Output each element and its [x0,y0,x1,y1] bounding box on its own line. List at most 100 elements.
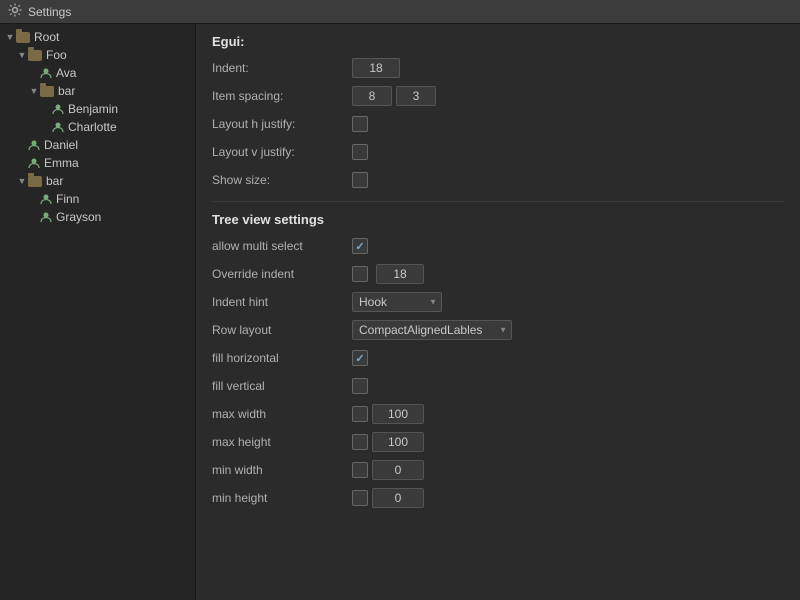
tree-label-bar1: bar [58,84,75,98]
layout-h-justify-label: Layout h justify: [212,117,352,131]
tree-item-benjamin[interactable]: Benjamin [0,100,195,118]
override-indent-row: Override indent [212,263,784,285]
max-width-row: max width [212,403,784,425]
tree-arrow-grayson [28,211,40,223]
override-indent-label: Override indent [212,267,352,281]
tree-label-bar2: bar [46,174,63,188]
tree-arrow-bar2: ▼ [16,175,28,187]
egui-section-title: Egui: [212,34,784,49]
indent-label: Indent: [212,61,352,75]
folder-icon-bar2 [28,176,42,187]
layout-v-justify-checkbox[interactable] [352,144,368,160]
fill-horizontal-row: fill horizontal [212,347,784,369]
tree-label-finn: Finn [56,192,79,206]
folder-icon-bar1 [40,86,54,97]
max-height-row: max height [212,431,784,453]
tree-label-emma: Emma [44,156,79,170]
allow-multi-select-label: allow multi select [212,239,352,253]
tree-item-emma[interactable]: Emma [0,154,195,172]
indent-input[interactable] [352,58,400,78]
min-height-input[interactable] [372,488,424,508]
tree-label-foo: Foo [46,48,67,62]
allow-multi-select-checkbox[interactable] [352,238,368,254]
tree-arrow-foo: ▼ [16,49,28,61]
row-layout-dropdown-wrapper: CompactAlignedLables AlignedColumns Comp… [352,320,512,340]
tree-arrow-root: ▼ [4,31,16,43]
person-icon-finn [40,193,52,205]
person-icon-benjamin [52,103,64,115]
tree-label-grayson: Grayson [56,210,101,224]
indent-hint-label: Indent hint [212,295,352,309]
tree-arrow-ava [28,67,40,79]
item-spacing-x-input[interactable] [352,86,392,106]
tree-view-section-title: Tree view settings [212,212,784,227]
max-width-checkbox[interactable] [352,406,368,422]
tree-label-root: Root [34,30,59,44]
max-width-label: max width [212,407,352,421]
tree-arrow-bar1: ▼ [28,85,40,97]
tree-item-finn[interactable]: Finn [0,190,195,208]
indent-hint-dropdown-wrapper: Hook Arrow None [352,292,442,312]
layout-v-justify-label: Layout v justify: [212,145,352,159]
fill-horizontal-label: fill horizontal [212,351,352,365]
person-icon-grayson [40,211,52,223]
tree-label-daniel: Daniel [44,138,78,152]
min-height-checkbox[interactable] [352,490,368,506]
tree-arrow-benjamin [40,103,52,115]
show-size-row: Show size: [212,169,784,191]
settings-panel: Egui: Indent: Item spacing: Layout h jus… [196,24,800,600]
section-divider [212,201,784,202]
row-layout-row: Row layout CompactAlignedLables AlignedC… [212,319,784,341]
override-indent-input[interactable] [376,264,424,284]
tree-arrow-daniel [16,139,28,151]
min-height-row: min height [212,487,784,509]
indent-hint-row: Indent hint Hook Arrow None [212,291,784,313]
gear-icon [8,3,22,20]
folder-icon-foo [28,50,42,61]
max-height-input[interactable] [372,432,424,452]
title-bar: Settings [0,0,800,24]
max-height-label: max height [212,435,352,449]
allow-multi-select-row: allow multi select [212,235,784,257]
show-size-checkbox[interactable] [352,172,368,188]
min-width-checkbox[interactable] [352,462,368,478]
tree-item-ava[interactable]: Ava [0,64,195,82]
folder-icon-root [16,32,30,43]
indent-row: Indent: [212,57,784,79]
tree-item-bar1[interactable]: ▼ bar [0,82,195,100]
layout-v-justify-row: Layout v justify: [212,141,784,163]
tree-item-bar2[interactable]: ▼ bar [0,172,195,190]
tree-arrow-emma [16,157,28,169]
fill-horizontal-checkbox[interactable] [352,350,368,366]
tree-item-daniel[interactable]: Daniel [0,136,195,154]
tree-item-charlotte[interactable]: Charlotte [0,118,195,136]
row-layout-select[interactable]: CompactAlignedLables AlignedColumns Comp… [352,320,512,340]
layout-h-justify-row: Layout h justify: [212,113,784,135]
person-icon-ava [40,67,52,79]
fill-vertical-label: fill vertical [212,379,352,393]
tree-item-foo[interactable]: ▼ Foo [0,46,195,64]
show-size-label: Show size: [212,173,352,187]
fill-vertical-checkbox[interactable] [352,378,368,394]
tree-label-charlotte: Charlotte [68,120,117,134]
item-spacing-y-input[interactable] [396,86,436,106]
layout-h-justify-checkbox[interactable] [352,116,368,132]
min-width-label: min width [212,463,352,477]
indent-hint-select[interactable]: Hook Arrow None [352,292,442,312]
person-icon-daniel [28,139,40,151]
title-bar-label: Settings [28,5,71,19]
item-spacing-row: Item spacing: [212,85,784,107]
tree-arrow-charlotte [40,121,52,133]
person-icon-emma [28,157,40,169]
tree-item-grayson[interactable]: Grayson [0,208,195,226]
min-width-input[interactable] [372,460,424,480]
max-width-input[interactable] [372,404,424,424]
sidebar-tree: ▼ Root ▼ Foo Ava ▼ bar [0,24,196,600]
max-height-checkbox[interactable] [352,434,368,450]
override-indent-checkbox[interactable] [352,266,368,282]
min-height-label: min height [212,491,352,505]
row-layout-label: Row layout [212,323,352,337]
tree-item-root[interactable]: ▼ Root [0,28,195,46]
tree-label-ava: Ava [56,66,76,80]
person-icon-charlotte [52,121,64,133]
